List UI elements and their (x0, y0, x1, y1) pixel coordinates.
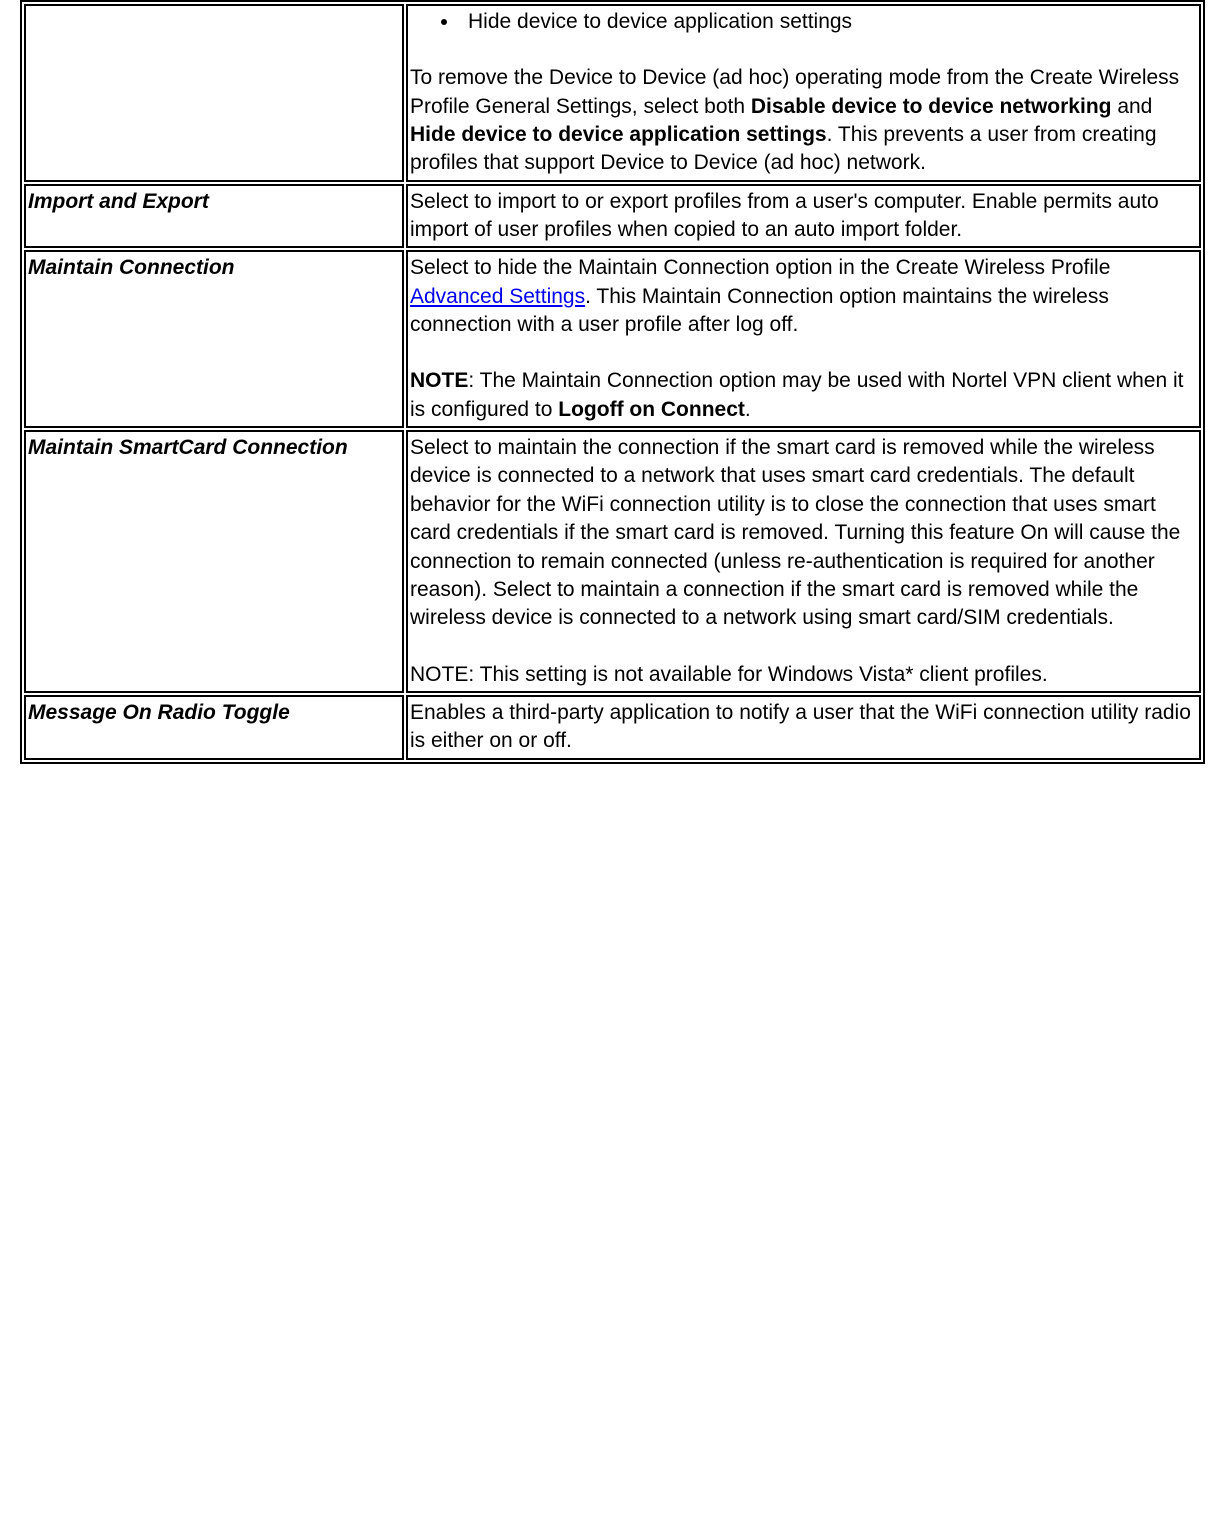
setting-desc-cell: Select to maintain the connection if the… (406, 430, 1201, 693)
setting-name-cell: Message On Radio Toggle (24, 695, 404, 760)
bold-text: Hide device to device application settin… (410, 123, 827, 146)
bullet-list: Hide device to device application settin… (410, 8, 1197, 36)
note-paragraph: NOTE: The Maintain Connection option may… (410, 367, 1197, 424)
paragraph: Enables a third-party application to not… (410, 699, 1197, 756)
table-row: Maintain Connection Select to hide the M… (24, 250, 1201, 428)
setting-name-cell: Maintain Connection (24, 250, 404, 428)
setting-desc-cell: Hide device to device application settin… (406, 4, 1201, 182)
table-row: Message On Radio Toggle Enables a third-… (24, 695, 1201, 760)
bold-text: Logoff on Connect (558, 398, 745, 421)
text: and (1111, 95, 1152, 118)
setting-desc-cell: Enables a third-party application to not… (406, 695, 1201, 760)
setting-name-cell (24, 4, 404, 182)
advanced-settings-link[interactable]: Advanced Settings (410, 285, 585, 308)
table-row: Import and Export Select to import to or… (24, 184, 1201, 249)
note-paragraph: NOTE: This setting is not available for … (410, 661, 1197, 689)
bold-text: Disable device to device networking (751, 95, 1112, 118)
text: : The Maintain Connection option may be … (410, 369, 1184, 420)
table-row: Hide device to device application settin… (24, 4, 1201, 182)
setting-desc-cell: Select to hide the Maintain Connection o… (406, 250, 1201, 428)
paragraph: Select to hide the Maintain Connection o… (410, 254, 1197, 339)
text: Select to hide the Maintain Connection o… (410, 256, 1110, 279)
note-label: NOTE (410, 369, 468, 392)
settings-table: Hide device to device application settin… (20, 0, 1205, 764)
text: . (745, 398, 751, 421)
paragraph: Select to maintain the connection if the… (410, 434, 1197, 632)
paragraph: Select to import to or export profiles f… (410, 188, 1197, 245)
bullet-item: Hide device to device application settin… (460, 8, 1197, 36)
table-row: Maintain SmartCard Connection Select to … (24, 430, 1201, 693)
setting-name-cell: Maintain SmartCard Connection (24, 430, 404, 693)
setting-name-cell: Import and Export (24, 184, 404, 249)
setting-desc-cell: Select to import to or export profiles f… (406, 184, 1201, 249)
paragraph: To remove the Device to Device (ad hoc) … (410, 64, 1197, 177)
